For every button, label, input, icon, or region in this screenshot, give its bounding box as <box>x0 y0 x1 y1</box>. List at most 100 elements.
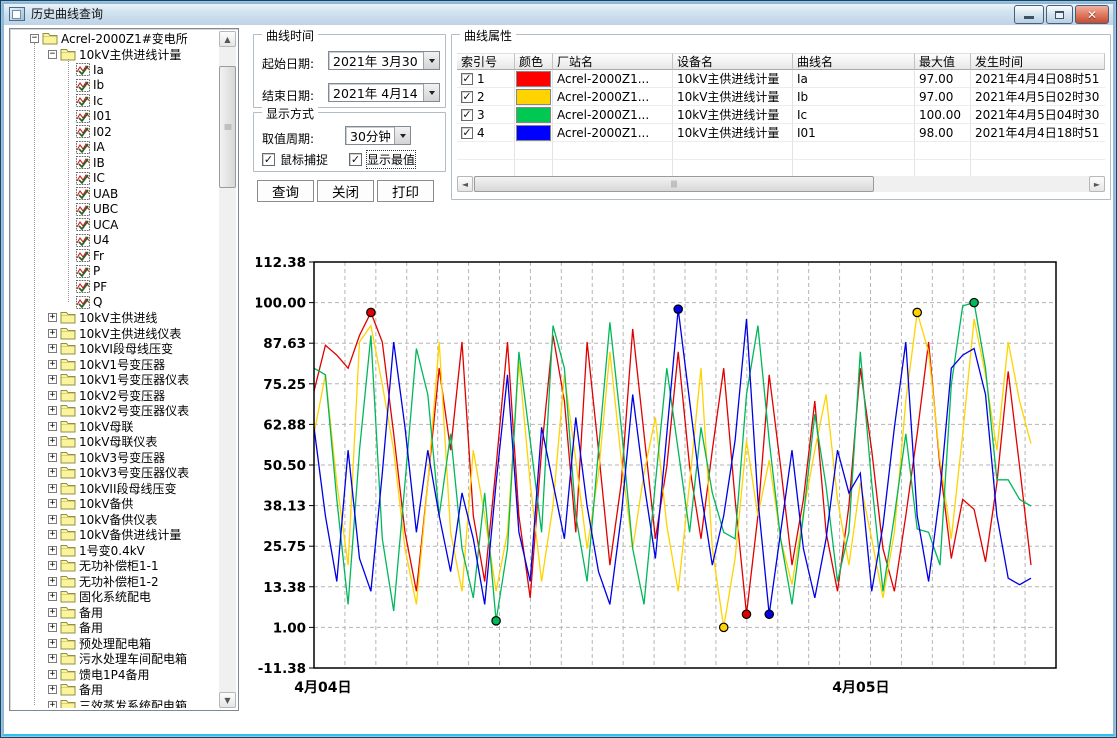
tree-expand-icon[interactable]: − <box>48 50 57 59</box>
tree-item[interactable]: UBC <box>12 202 219 218</box>
tree-item[interactable]: IC <box>12 171 219 187</box>
tree-expand-icon[interactable]: + <box>48 530 57 539</box>
tree-item[interactable]: +无功补偿柜1-1 <box>12 558 219 574</box>
tree-item[interactable]: I01 <box>12 109 219 125</box>
tree-expand-icon[interactable]: + <box>48 344 57 353</box>
tree-item[interactable]: +10kV1号变压器 <box>12 357 219 373</box>
tree-item[interactable]: +1号变0.4kV <box>12 543 219 559</box>
scroll-up-button[interactable]: ▲ <box>219 31 236 47</box>
tree-expand-icon[interactable]: + <box>48 329 57 338</box>
start-date-picker[interactable]: 2021年 3月30 <box>328 51 440 70</box>
tree-item[interactable]: Ib <box>12 78 219 94</box>
tree-item[interactable]: +备用 <box>12 682 219 698</box>
period-dropdown-button[interactable] <box>394 127 410 144</box>
tree-expand-icon[interactable]: + <box>48 437 57 446</box>
tree-expand-icon[interactable]: − <box>30 34 39 43</box>
tree-expand-icon[interactable]: + <box>48 313 57 322</box>
tree-expand-icon[interactable]: + <box>48 422 57 431</box>
tree-expand-icon[interactable]: + <box>48 701 57 708</box>
tree-item[interactable]: +10kV备供进线计量 <box>12 527 219 543</box>
row-checkbox[interactable]: ✓ <box>461 109 473 121</box>
scroll-right-button[interactable]: ► <box>1089 176 1105 192</box>
table-header-cell[interactable]: 索引号 <box>457 53 515 70</box>
show-extremes-checkbox[interactable]: ✓ 显示最值 <box>349 151 415 168</box>
tree-item[interactable]: +10kV母联仪表 <box>12 434 219 450</box>
end-date-dropdown-button[interactable] <box>423 84 439 101</box>
tree-expand-icon[interactable]: + <box>48 406 57 415</box>
tree-item[interactable]: U4 <box>12 233 219 249</box>
tree-item[interactable]: UCA <box>12 217 219 233</box>
tree-expand-icon[interactable]: + <box>48 608 57 617</box>
tree-item[interactable]: Fr <box>12 248 219 264</box>
tree-expand-icon[interactable]: + <box>48 577 57 586</box>
tree-expand-icon[interactable]: + <box>48 515 57 524</box>
tree-expand-icon[interactable]: + <box>48 561 57 570</box>
tree-expand-icon[interactable]: + <box>48 623 57 632</box>
tree-expand-icon[interactable]: + <box>48 391 57 400</box>
tree-item[interactable]: +10kV母联 <box>12 419 219 435</box>
tree-item[interactable]: +10kVI段母线压变 <box>12 341 219 357</box>
tree-expand-icon[interactable]: + <box>48 639 57 648</box>
tree-item[interactable]: +10kV主供进线 <box>12 310 219 326</box>
tree-item[interactable]: +固化系统配电 <box>12 589 219 605</box>
end-date-picker[interactable]: 2021年 4月14 <box>328 83 440 102</box>
table-row[interactable]: ✓3Acrel-2000Z1...10kV主供进线计量Ic100.002021年… <box>457 106 1105 124</box>
tree-item[interactable]: +污水处理车间配电箱 <box>12 651 219 667</box>
tree-item[interactable]: Ia <box>12 62 219 78</box>
mouse-capture-checkbox[interactable]: ✓ 鼠标捕捉 <box>262 151 328 168</box>
table-horizontal-scrollbar[interactable]: ◄ ► <box>457 176 1105 192</box>
tree-scroll-thumb[interactable] <box>219 66 236 188</box>
tree-item[interactable]: +10kV3号变压器 <box>12 450 219 466</box>
tree-item[interactable]: UAB <box>12 186 219 202</box>
tree-item[interactable]: +10kV2号变压器仪表 <box>12 403 219 419</box>
tree-item[interactable]: +馈电1P4备用 <box>12 667 219 683</box>
tree-item[interactable]: +10kV备供仪表 <box>12 512 219 528</box>
scroll-down-button[interactable]: ▼ <box>219 692 236 708</box>
tree-item[interactable]: IB <box>12 155 219 171</box>
table-header-cell[interactable]: 曲线名 <box>793 53 915 70</box>
device-tree[interactable]: −Acrel-2000Z1#变电所−10kV主供进线计量IaIbIcI01I02… <box>12 31 219 708</box>
scroll-left-button[interactable]: ◄ <box>457 176 473 192</box>
tree-item[interactable]: −Acrel-2000Z1#变电所 <box>12 31 219 47</box>
tree-item[interactable]: +备用 <box>12 620 219 636</box>
table-scroll-thumb[interactable] <box>474 176 874 192</box>
row-checkbox[interactable]: ✓ <box>461 91 473 103</box>
maximize-button[interactable] <box>1046 5 1073 24</box>
tree-expand-icon[interactable]: + <box>48 499 57 508</box>
tree-item[interactable]: +10kV3号变压器仪表 <box>12 465 219 481</box>
close-dialog-button[interactable]: 关闭 <box>317 180 374 202</box>
table-header-cell[interactable]: 最大值 <box>915 53 971 70</box>
tree-item[interactable]: +10kV主供进线仪表 <box>12 326 219 342</box>
table-row[interactable]: ✓2Acrel-2000Z1...10kV主供进线计量Ib97.002021年4… <box>457 88 1105 106</box>
table-row[interactable]: ✓1Acrel-2000Z1...10kV主供进线计量Ia97.002021年4… <box>457 70 1105 88</box>
tree-item[interactable]: −10kV主供进线计量 <box>12 47 219 63</box>
tree-expand-icon[interactable]: + <box>48 685 57 694</box>
tree-expand-icon[interactable]: + <box>48 484 57 493</box>
period-select[interactable]: 30分钟 <box>345 126 411 145</box>
table-header-cell[interactable]: 厂站名 <box>553 53 673 70</box>
tree-expand-icon[interactable]: + <box>48 546 57 555</box>
minimize-button[interactable] <box>1014 5 1044 24</box>
tree-item[interactable]: Ic <box>12 93 219 109</box>
tree-item[interactable]: PF <box>12 279 219 295</box>
tree-item[interactable]: Q <box>12 295 219 311</box>
tree-expand-icon[interactable]: + <box>48 468 57 477</box>
tree-item[interactable]: IA <box>12 140 219 156</box>
row-checkbox[interactable]: ✓ <box>461 73 473 85</box>
tree-expand-icon[interactable]: + <box>48 592 57 601</box>
tree-item[interactable]: +三效蒸发系统配电箱 <box>12 698 219 709</box>
tree-item[interactable]: +10kV备供 <box>12 496 219 512</box>
table-header-cell[interactable]: 发生时间 <box>971 53 1105 70</box>
tree-expand-icon[interactable]: + <box>48 453 57 462</box>
print-button[interactable]: 打印 <box>377 180 434 202</box>
history-curve-chart[interactable]: 112.38100.0087.6375.2562.8850.5038.1325.… <box>256 230 1113 717</box>
close-button[interactable]: ✕ <box>1075 5 1109 24</box>
tree-item[interactable]: +无功补偿柜1-2 <box>12 574 219 590</box>
tree-expand-icon[interactable]: + <box>48 670 57 679</box>
tree-item[interactable]: +10kV1号变压器仪表 <box>12 372 219 388</box>
table-row[interactable]: ✓4Acrel-2000Z1...10kV主供进线计量I0198.002021年… <box>457 124 1105 142</box>
tree-expand-icon[interactable]: + <box>48 375 57 384</box>
tree-vertical-scrollbar[interactable]: ▲ ▼ <box>219 31 236 708</box>
tree-item[interactable]: P <box>12 264 219 280</box>
tree-item[interactable]: +预处理配电箱 <box>12 636 219 652</box>
